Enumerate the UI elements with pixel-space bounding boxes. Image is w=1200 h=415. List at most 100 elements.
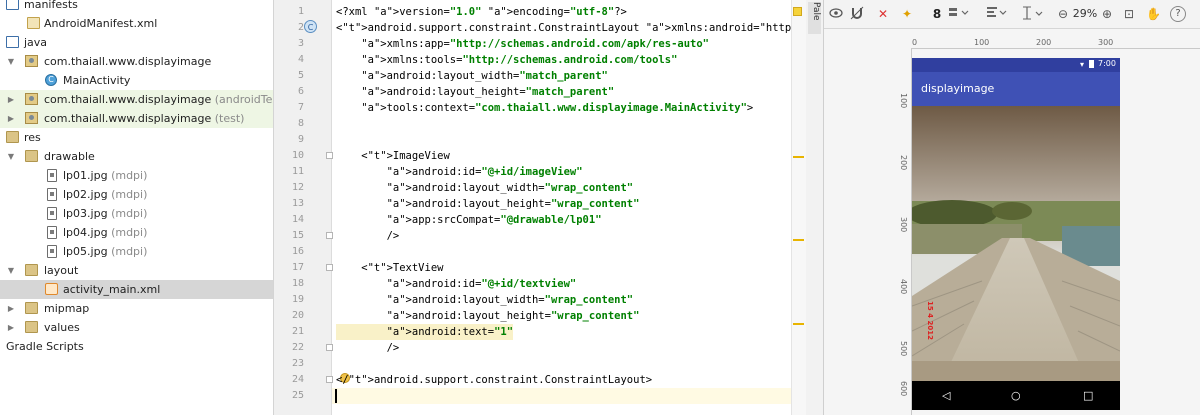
chevron-right-icon[interactable]: ▶ bbox=[6, 299, 16, 318]
zoom-in-icon[interactable]: ⊕ bbox=[1100, 6, 1114, 22]
class-marker-icon[interactable]: C bbox=[304, 20, 317, 33]
tree-label: lp02.jpg bbox=[63, 188, 108, 201]
clear-constraints-icon[interactable]: ✕ bbox=[876, 6, 890, 22]
code-line[interactable]: "a">android:text="1" bbox=[336, 324, 514, 340]
ruler-tick-label: 300 bbox=[899, 217, 908, 233]
code-line[interactable]: "a">app:srcCompat="@drawable/lp01" bbox=[336, 212, 602, 228]
design-view: ✕ ✦ 8 ⊖ 29% ⊕ ⊡ ✋ ? 0 100 200 300 100 20… bbox=[824, 0, 1200, 415]
palette-tab-label[interactable]: Pale bbox=[808, 2, 821, 34]
tree-item-layout[interactable]: ▼ layout bbox=[0, 261, 273, 280]
line-number: 1 bbox=[297, 6, 304, 17]
tree-item-drawable[interactable]: ▼ drawable bbox=[0, 147, 273, 166]
tree-item-lp01[interactable]: lp01.jpg (mdpi) bbox=[0, 166, 273, 185]
image-view-preview[interactable]: 15 4 2012 bbox=[912, 106, 1120, 381]
code-line[interactable]: "a">xmlns:tools="http://schemas.android.… bbox=[336, 52, 677, 68]
zoom-out-icon[interactable]: ⊖ bbox=[1056, 6, 1070, 22]
tree-item-manifests[interactable]: manifests bbox=[0, 0, 273, 14]
warning-indicator-icon[interactable] bbox=[793, 7, 802, 16]
tree-item-values[interactable]: ▶ values bbox=[0, 318, 273, 337]
editor-scrollbar[interactable] bbox=[791, 0, 806, 415]
android-manifest-icon bbox=[27, 17, 40, 29]
tree-item-java[interactable]: java bbox=[0, 33, 273, 52]
wifi-icon: ▾ bbox=[1080, 60, 1085, 69]
code-line[interactable]: "a">android:id="@+id/imageView" bbox=[336, 164, 583, 180]
tree-item-activity-main[interactable]: activity_main.xml bbox=[0, 280, 273, 299]
battery-icon bbox=[1089, 60, 1094, 68]
magnet-icon[interactable] bbox=[849, 6, 865, 22]
fold-marker-icon[interactable] bbox=[326, 344, 333, 351]
line-number: 22 bbox=[291, 342, 304, 353]
infer-constraints-icon[interactable]: ✦ bbox=[900, 6, 914, 22]
nav-recent-icon[interactable]: □ bbox=[1083, 389, 1093, 402]
tree-item-mainactivity[interactable]: C MainActivity bbox=[0, 71, 273, 90]
code-line[interactable]: "a">xmlns:app="http://schemas.android.co… bbox=[336, 36, 709, 52]
fold-marker-icon[interactable] bbox=[326, 152, 333, 159]
pack-dropdown-icon[interactable] bbox=[944, 6, 974, 22]
code-line[interactable]: /> bbox=[336, 228, 400, 244]
code-line[interactable]: "a">android:layout_height="wrap_content" bbox=[336, 308, 640, 324]
code-line[interactable]: "a">android:layout_width="match_parent" bbox=[336, 68, 608, 84]
eye-icon[interactable] bbox=[828, 6, 844, 22]
line-number: 15 bbox=[291, 230, 304, 241]
chevron-right-icon[interactable]: ▶ bbox=[6, 109, 16, 128]
pan-hand-icon[interactable]: ✋ bbox=[1146, 6, 1161, 22]
code-line[interactable]: "a">android:layout_width="wrap_content" bbox=[336, 292, 634, 308]
fold-marker-icon[interactable] bbox=[326, 376, 333, 383]
code-line[interactable]: <"t">TextView bbox=[336, 260, 443, 276]
folder-icon bbox=[25, 264, 38, 276]
code-line[interactable] bbox=[332, 388, 804, 404]
code-line[interactable]: /> bbox=[336, 340, 400, 356]
line-number: 10 bbox=[291, 150, 304, 161]
device-preview[interactable]: ▾ 7:00 displayimage 15 4 2012 ◁ ○ □ bbox=[912, 58, 1120, 410]
scroll-marker[interactable] bbox=[793, 156, 804, 158]
code-line[interactable]: <?xml "a">version="1.0" "a">encoding="ut… bbox=[336, 4, 627, 20]
chevron-right-icon[interactable]: ▶ bbox=[6, 318, 16, 337]
ruler-tick-label: 300 bbox=[1098, 38, 1114, 47]
tree-item-res[interactable]: res bbox=[0, 128, 273, 147]
fold-marker-icon[interactable] bbox=[326, 232, 333, 239]
tree-item-package-test[interactable]: ▶ com.thaiall.www.displayimage (test) bbox=[0, 109, 273, 128]
tree-item-lp04[interactable]: lp04.jpg (mdpi) bbox=[0, 223, 273, 242]
code-line[interactable]: "a">android:layout_width="wrap_content" bbox=[336, 180, 634, 196]
line-number: 5 bbox=[297, 70, 304, 81]
code-line[interactable]: </"t">android.support.constraint.Constra… bbox=[336, 372, 652, 388]
fold-marker-icon[interactable] bbox=[326, 264, 333, 271]
line-number: 23 bbox=[291, 358, 304, 369]
scroll-marker[interactable] bbox=[793, 239, 804, 241]
code-line[interactable]: "a">tools:context="com.thaiall.www.displ… bbox=[336, 100, 753, 116]
chevron-right-icon[interactable]: ▶ bbox=[6, 90, 16, 109]
code-editor[interactable]: C 1 <?xml "a">version="1.0" "a">encoding=… bbox=[274, 0, 805, 415]
line-number: 7 bbox=[297, 102, 304, 113]
align-dropdown-icon[interactable] bbox=[982, 6, 1012, 22]
chevron-down-icon[interactable]: ▼ bbox=[6, 52, 16, 71]
chevron-down-icon[interactable]: ▼ bbox=[6, 261, 16, 280]
tree-sublabel: (mdpi) bbox=[111, 188, 148, 201]
line-number: 12 bbox=[291, 182, 304, 193]
tree-sublabel: (mdpi) bbox=[111, 169, 148, 182]
line-number: 11 bbox=[291, 166, 304, 177]
code-line[interactable]: <"t">android.support.constraint.Constrai… bbox=[336, 20, 805, 36]
tree-item-gradle-scripts[interactable]: Gradle Scripts bbox=[0, 337, 273, 356]
tree-item-lp05[interactable]: lp05.jpg (mdpi) bbox=[0, 242, 273, 261]
line-number: 19 bbox=[291, 294, 304, 305]
tree-item-androidmanifest[interactable]: AndroidManifest.xml bbox=[0, 14, 273, 33]
code-line[interactable]: "a">android:layout_height="wrap_content" bbox=[336, 196, 640, 212]
default-margin-value[interactable]: 8 bbox=[930, 6, 944, 22]
code-line[interactable]: <"t">ImageView bbox=[336, 148, 450, 164]
tree-item-mipmap[interactable]: ▶ mipmap bbox=[0, 299, 273, 318]
zoom-to-fit-icon[interactable]: ⊡ bbox=[1122, 6, 1136, 22]
tree-label: com.thaiall.www.displayimage bbox=[44, 112, 212, 125]
tree-item-package-androidtest[interactable]: ▶ com.thaiall.www.displayimage (androidT… bbox=[0, 90, 273, 109]
palette-side-tab[interactable]: Pale bbox=[806, 0, 824, 415]
code-line[interactable]: "a">android:layout_height="match_parent" bbox=[336, 84, 614, 100]
nav-home-icon[interactable]: ○ bbox=[1011, 389, 1021, 402]
scroll-marker[interactable] bbox=[793, 323, 804, 325]
help-icon[interactable]: ? bbox=[1170, 6, 1186, 22]
code-line[interactable]: "a">android:id="@+id/textview" bbox=[336, 276, 577, 292]
chevron-down-icon[interactable]: ▼ bbox=[6, 147, 16, 166]
tree-item-package-main[interactable]: ▼ com.thaiall.www.displayimage bbox=[0, 52, 273, 71]
guidelines-dropdown-icon[interactable] bbox=[1018, 6, 1048, 22]
tree-item-lp03[interactable]: lp03.jpg (mdpi) bbox=[0, 204, 273, 223]
nav-back-icon[interactable]: ◁ bbox=[942, 389, 950, 402]
tree-item-lp02[interactable]: lp02.jpg (mdpi) bbox=[0, 185, 273, 204]
